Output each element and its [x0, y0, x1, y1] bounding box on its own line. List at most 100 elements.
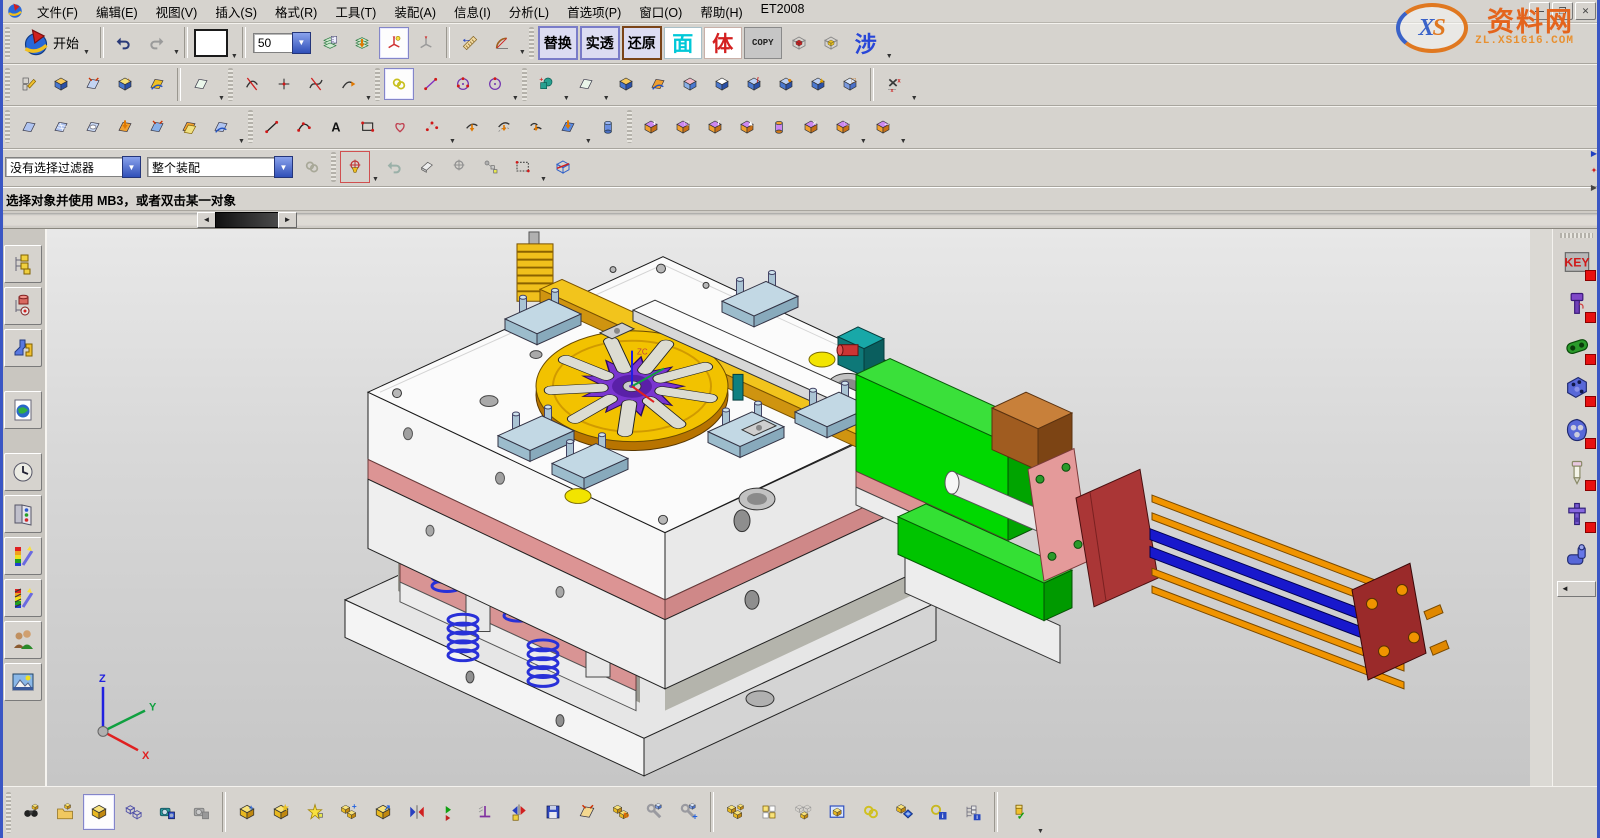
wave-link-icon[interactable] — [855, 794, 887, 830]
start-button[interactable]: 开始 ▼ — [17, 25, 95, 61]
menu-s[interactable]: 插入(S) — [206, 0, 266, 23]
chevron-down-icon[interactable]: ▼ — [519, 49, 526, 59]
find-component-icon[interactable] — [15, 794, 47, 830]
face-button[interactable]: 面 — [664, 27, 702, 59]
shell-icon[interactable] — [707, 68, 737, 100]
toolbar-grip[interactable] — [331, 152, 336, 182]
split-body-icon[interactable] — [46, 68, 76, 100]
pick-tree-icon[interactable] — [476, 151, 506, 183]
red-cube-icon[interactable] — [784, 27, 814, 59]
chevron-down-icon[interactable]: ▼ — [512, 95, 519, 105]
toolbar-grip[interactable] — [5, 27, 10, 59]
roles-icon[interactable] — [4, 621, 42, 659]
join-curve-icon[interactable] — [384, 68, 414, 100]
overflow-chevron-icon[interactable]: ▶ — [1591, 150, 1597, 158]
wcs-dynamics-icon[interactable] — [411, 27, 441, 59]
bounded-plane-icon[interactable] — [78, 111, 108, 143]
unwrap-icon[interactable] — [553, 111, 583, 143]
point-set-icon[interactable] — [417, 111, 447, 143]
marquee-select-icon[interactable] — [508, 151, 538, 183]
wrap-icon[interactable] — [593, 111, 623, 143]
toolbar-grip[interactable] — [529, 27, 534, 59]
toolbar-grip[interactable] — [375, 68, 380, 101]
measure-distance-icon[interactable] — [455, 27, 485, 59]
chevron-down-icon[interactable]: ▼ — [900, 138, 907, 148]
toolbar-grip[interactable] — [1560, 233, 1593, 238]
extrude-icon[interactable] — [611, 68, 641, 100]
screw-library-icon[interactable] — [1557, 284, 1597, 324]
datum-plane-icon[interactable] — [186, 68, 216, 100]
menu-i[interactable]: 信息(I) — [445, 0, 500, 23]
layer-settings-icon[interactable] — [315, 27, 345, 59]
chevron-down-icon[interactable]: ▼ — [292, 32, 311, 54]
chevron-down-icon[interactable]: ▼ — [1037, 828, 1044, 838]
flange-surface-icon[interactable] — [174, 111, 204, 143]
toolbar-grip[interactable] — [248, 110, 253, 143]
snapshot-icon[interactable] — [151, 794, 183, 830]
trim-body-icon[interactable]: / — [739, 68, 769, 100]
chevron-down-icon[interactable]: ▼ — [238, 138, 245, 148]
chevron-down-icon[interactable]: ▼ — [173, 49, 180, 59]
menu-a[interactable]: 装配(A) — [385, 0, 445, 23]
replace-button[interactable]: 替换 — [538, 26, 578, 60]
selection-scope-combo[interactable]: 整个装配 ▼ — [147, 156, 293, 178]
arc-icon[interactable] — [289, 111, 319, 143]
constraint-navigator-icon[interactable] — [4, 287, 42, 325]
trim-curve-icon[interactable] — [237, 68, 267, 100]
bracket-part-icon[interactable] — [1557, 368, 1597, 408]
menu-f[interactable]: 文件(F) — [28, 0, 87, 23]
chevron-down-icon[interactable]: ▼ — [122, 156, 141, 178]
divide-curve-icon[interactable] — [269, 68, 299, 100]
wave-geometry-icon[interactable] — [889, 794, 921, 830]
undo-gray-icon[interactable] — [380, 151, 410, 183]
relations-icon[interactable]: i — [923, 794, 955, 830]
copy-button[interactable]: COPY — [744, 27, 782, 59]
hole-icon[interactable]: ● — [771, 68, 801, 100]
link-part-icon[interactable] — [1557, 326, 1597, 366]
scene-icon[interactable] — [4, 663, 42, 701]
collapse-panel-button[interactable]: ◄ — [1557, 581, 1596, 597]
line-point-icon[interactable] — [416, 68, 446, 100]
cylinder-face-icon[interactable] — [764, 111, 794, 143]
suppress-icon[interactable] — [639, 794, 671, 830]
assembly-constraints-icon[interactable] — [401, 794, 433, 830]
chevron-down-icon[interactable]: ▼ — [365, 95, 372, 105]
through-mesh-icon[interactable] — [46, 111, 76, 143]
key-library-icon[interactable]: KEY — [1557, 242, 1597, 282]
chevron-down-icon[interactable]: ▼ — [540, 176, 547, 186]
menu-v[interactable]: 视图(V) — [147, 0, 207, 23]
exploded-view-icon[interactable] — [787, 794, 819, 830]
gold-cube-icon[interactable] — [816, 27, 846, 59]
replace-component-icon[interactable]: ↻ — [605, 794, 637, 830]
menu-o[interactable]: 窗口(O) — [630, 0, 691, 23]
sprue-part-icon[interactable] — [1557, 494, 1597, 534]
visualization-icon[interactable] — [4, 537, 42, 575]
sew-surface-icon[interactable] — [142, 111, 172, 143]
chevron-down-icon[interactable]: ▼ — [372, 176, 379, 186]
new-component-icon[interactable]: ★ — [265, 794, 297, 830]
selection-filter-combo[interactable]: 没有选择过滤器 ▼ — [5, 156, 141, 178]
rectangle-icon[interactable] — [353, 111, 383, 143]
dimension-x-icon[interactable]: xx — [879, 68, 909, 100]
project-curve-icon[interactable] — [457, 111, 487, 143]
bend-surface-icon[interactable] — [142, 68, 172, 100]
selection-filter-value[interactable]: 没有选择过滤器 — [5, 157, 122, 177]
new-parent-icon[interactable] — [299, 794, 331, 830]
toolbar-grip[interactable] — [522, 68, 527, 101]
pattern-component-icon[interactable]: + — [333, 794, 365, 830]
hide-component-icon[interactable] — [117, 794, 149, 830]
menu-et2008[interactable]: ET2008 — [752, 0, 814, 23]
chevron-down-icon[interactable]: ▼ — [860, 138, 867, 148]
text-icon[interactable]: A — [321, 111, 351, 143]
chevron-down-icon[interactable]: ▼ — [274, 156, 293, 178]
overflow-close-icon[interactable]: ✦ — [1591, 167, 1598, 175]
toolbar-grip[interactable] — [228, 68, 233, 101]
close-button[interactable]: ✕ — [1575, 2, 1596, 20]
plane-icon[interactable] — [571, 68, 601, 100]
toolbar-grip[interactable] — [5, 110, 10, 143]
line-icon[interactable] — [257, 111, 287, 143]
interpart-link-icon[interactable] — [297, 151, 327, 183]
chevron-down-icon[interactable]: ▼ — [218, 95, 225, 105]
part-navigator-icon[interactable] — [4, 329, 42, 367]
selection-scope-value[interactable]: 整个装配 — [147, 157, 274, 177]
